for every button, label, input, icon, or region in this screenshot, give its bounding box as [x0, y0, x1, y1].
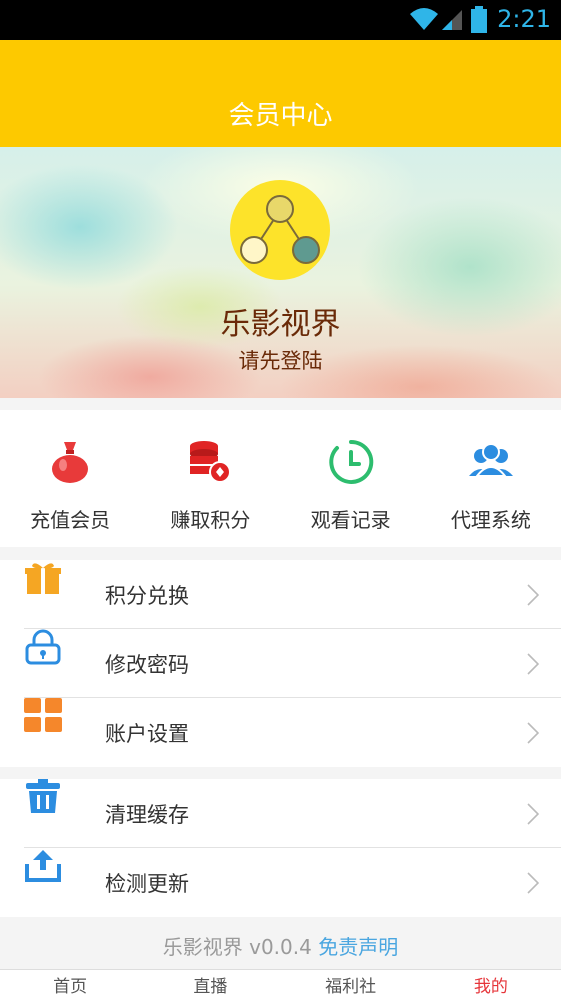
status-bar: 2:21 [0, 0, 561, 40]
chevron-right-icon [527, 872, 539, 894]
quick-action-recharge-vip[interactable]: 充值会员 [0, 410, 140, 547]
tab-live[interactable]: 直播 [140, 970, 280, 999]
trash-icon [26, 779, 60, 813]
quick-actions: 充值会员 赚取积分 观看记录 代理系统 [0, 410, 561, 547]
menu-item-label: 检测更新 [105, 872, 189, 896]
money-bag-icon [52, 442, 89, 483]
menu-item-clear-cache[interactable]: 清理缓存 [0, 779, 561, 848]
menu-item-label: 清理缓存 [105, 803, 189, 827]
chevron-right-icon [527, 803, 539, 825]
tab-welfare[interactable]: 福利社 [281, 970, 421, 999]
share-nodes-icon [240, 195, 320, 264]
menu-group-system: 清理缓存 检测更新 [0, 779, 561, 917]
quick-action-label: 观看记录 [310, 508, 391, 532]
gift-icon [25, 563, 61, 594]
quick-action-watch-history[interactable]: 观看记录 [281, 410, 421, 547]
menu-item-label: 修改密码 [105, 653, 189, 677]
signal-icon [442, 10, 462, 30]
menu-item-label: 账户设置 [105, 722, 189, 746]
menu-group-account: 积分兑换 修改密码 账户设置 [0, 560, 561, 767]
avatar[interactable] [230, 180, 330, 280]
bottom-tab-bar: 首页 直播 福利社 我的 [0, 969, 561, 999]
upload-icon [25, 850, 61, 882]
battery-icon [471, 6, 487, 33]
chevron-right-icon [527, 653, 539, 675]
tab-mine[interactable]: 我的 [421, 970, 561, 999]
profile-banner: 乐影视界 请先登陆 [0, 147, 561, 398]
app-name: 乐影视界 [220, 307, 341, 342]
disclaimer-link[interactable]: 免责声明 [318, 935, 398, 959]
quick-action-label: 代理系统 [450, 508, 531, 532]
version-text: 乐影视界 v0.0.4 [162, 935, 312, 959]
coin-stack-icon [190, 441, 232, 483]
menu-item-points-exchange[interactable]: 积分兑换 [0, 560, 561, 629]
login-prompt[interactable]: 请先登陆 [0, 345, 561, 375]
page-header: 会员中心 [0, 40, 561, 147]
quick-action-label: 赚取积分 [170, 508, 251, 532]
version-footer: 乐影视界 v0.0.4 免责声明 [0, 916, 561, 969]
lock-icon [25, 629, 61, 665]
users-icon [468, 443, 513, 477]
quick-action-agent-system[interactable]: 代理系统 [421, 410, 561, 547]
menu-item-account-settings[interactable]: 账户设置 [0, 698, 561, 767]
quick-action-label: 充值会员 [30, 508, 111, 532]
grid-icon [24, 698, 62, 732]
wifi-icon [410, 8, 438, 30]
page-title: 会员中心 [228, 101, 333, 131]
tab-home[interactable]: 首页 [0, 970, 140, 999]
menu-item-check-update[interactable]: 检测更新 [0, 848, 561, 917]
clock-time: 2:21 [497, 5, 551, 33]
chevron-right-icon [527, 722, 539, 744]
menu-item-change-password[interactable]: 修改密码 [0, 629, 561, 698]
chevron-right-icon [527, 584, 539, 606]
clock-icon [328, 439, 373, 484]
quick-action-earn-points[interactable]: 赚取积分 [140, 410, 280, 547]
menu-item-label: 积分兑换 [105, 584, 189, 608]
